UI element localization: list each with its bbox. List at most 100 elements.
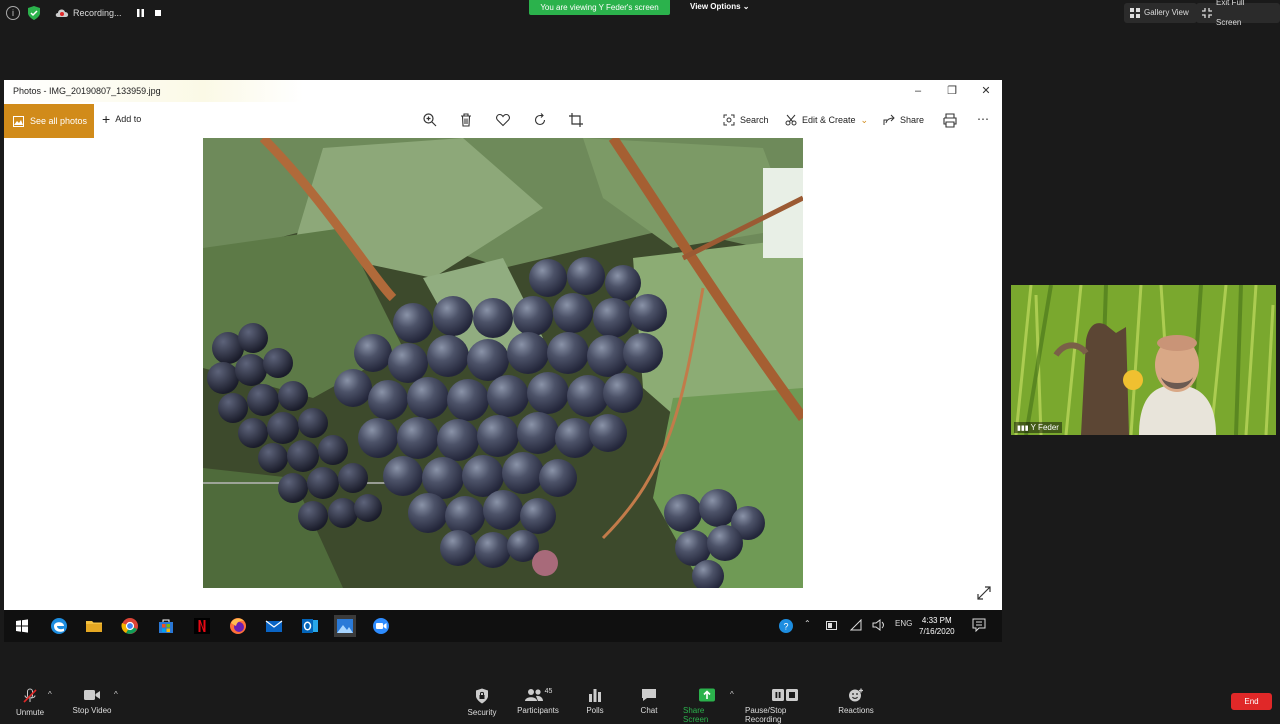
security-label: Security <box>467 708 497 717</box>
reactions-smiley-icon <box>849 688 863 702</box>
zoom-top-bar: i Recording... You are viewing Y Feder's… <box>0 0 1280 27</box>
rotate-icon[interactable] <box>532 112 548 128</box>
chat-button[interactable]: Chat <box>637 688 661 715</box>
show-hidden-icons-icon[interactable]: ⌃ <box>804 619 811 628</box>
see-all-photos-button[interactable]: See all photos <box>4 104 94 138</box>
polls-button[interactable]: Polls <box>583 688 607 715</box>
edit-create-button[interactable]: Edit & Create ⌄ <box>785 114 868 126</box>
battery-icon[interactable] <box>826 621 838 630</box>
share-options-caret-icon[interactable]: ^ <box>730 690 734 699</box>
add-to-button[interactable]: + Add to <box>102 111 141 127</box>
delete-icon[interactable] <box>458 112 474 128</box>
encryption-shield-icon[interactable] <box>28 6 40 20</box>
chat-bubble-icon <box>642 689 656 701</box>
crop-icon[interactable] <box>568 112 584 128</box>
audio-options-caret-icon[interactable]: ^ <box>48 690 52 699</box>
help-icon[interactable]: ? <box>778 618 794 634</box>
stop-recording-icon[interactable] <box>155 10 161 16</box>
video-camera-icon <box>84 690 100 700</box>
polls-bar-icon <box>589 689 601 702</box>
photo-gallery-icon <box>13 115 24 127</box>
title-bar[interactable]: Photos - IMG_20190807_133959.jpg – ❐ ✕ <box>4 80 1002 102</box>
pause-recording-icon[interactable] <box>137 9 144 17</box>
participant-video <box>1011 285 1276 435</box>
end-meeting-button[interactable]: End <box>1231 693 1272 710</box>
participants-icon-group: 45 <box>524 688 553 702</box>
stop-video-label: Stop Video <box>72 706 112 715</box>
minimize-button[interactable]: – <box>901 80 935 102</box>
full-screen-expand-icon[interactable] <box>976 585 992 601</box>
photos-icon[interactable] <box>334 615 356 637</box>
mail-icon[interactable] <box>263 615 285 637</box>
viewing-screen-banner: You are viewing Y Feder's screen <box>529 0 670 15</box>
edit-create-label: Edit & Create <box>802 115 856 125</box>
restore-button[interactable]: ❐ <box>935 80 969 102</box>
volume-icon[interactable] <box>872 619 886 631</box>
participant-name: Y Feder <box>1030 423 1059 432</box>
polls-label: Polls <box>586 706 604 715</box>
participants-button[interactable]: 45 Participants <box>516 688 560 715</box>
chrome-icon[interactable] <box>119 615 141 637</box>
participants-icon <box>524 689 543 701</box>
notifications-icon[interactable] <box>972 618 986 632</box>
participant-video-tile[interactable]: ▮▮▮ Y Feder <box>1011 285 1276 435</box>
taskbar-clock[interactable]: 4:33 PM 7/16/2020 <box>919 615 955 637</box>
zoom-in-icon[interactable] <box>422 112 438 128</box>
security-shield-icon <box>476 688 488 704</box>
unmute-button[interactable]: Unmute <box>16 688 44 717</box>
favorite-heart-icon[interactable] <box>495 112 511 128</box>
video-options-caret-icon[interactable]: ^ <box>114 690 118 699</box>
clock-date: 7/16/2020 <box>919 627 955 636</box>
participant-name-label: ▮▮▮ Y Feder <box>1014 422 1062 433</box>
plus-icon: + <box>102 111 111 127</box>
zoom-icon[interactable] <box>370 615 392 637</box>
reactions-button[interactable]: Reactions <box>838 688 874 715</box>
search-button[interactable]: Search <box>723 114 769 126</box>
print-icon[interactable] <box>942 112 958 128</box>
file-explorer-icon[interactable] <box>83 615 105 637</box>
edge-icon[interactable] <box>48 615 70 637</box>
store-icon[interactable] <box>155 615 177 637</box>
meeting-info-icon[interactable]: i <box>6 6 20 20</box>
window-title: Photos - IMG_20190807_133959.jpg <box>13 86 161 96</box>
recording-label: Recording... <box>73 8 122 18</box>
pause-stop-recording-label: Pause/Stop Recording <box>745 706 787 724</box>
share-button[interactable]: Share <box>883 114 924 126</box>
input-language[interactable]: ENG <box>895 619 912 628</box>
network-icon[interactable] <box>850 619 862 631</box>
view-options-label: View Options <box>690 2 741 11</box>
exit-fullscreen-icon <box>1202 8 1212 18</box>
participants-label: Participants <box>517 706 559 715</box>
search-label: Search <box>740 115 769 125</box>
share-screen-button[interactable]: Share Screen <box>683 688 731 724</box>
windows-taskbar: ? ⌃ ENG 4:33 PM 7/16/2020 <box>4 610 1002 642</box>
netflix-icon[interactable] <box>191 615 213 637</box>
exit-full-screen-button[interactable]: Exit Full Screen <box>1196 0 1280 27</box>
security-button[interactable]: Security <box>466 688 498 717</box>
pause-stop-recording-button[interactable]: Pause/Stop Recording <box>745 688 825 724</box>
close-button[interactable]: ✕ <box>969 80 1003 102</box>
photos-toolbar: See all photos + Add to Search Edit & Cr… <box>4 102 1002 138</box>
share-screen-label: Share Screen <box>683 706 709 724</box>
share-screen-arrow-icon <box>699 688 715 702</box>
chevron-down-icon: ⌄ <box>860 114 869 125</box>
zoom-bottom-toolbar: Unmute ^ Stop Video ^ Security 45 Partic… <box>0 678 1280 724</box>
participants-count: 45 <box>544 688 553 695</box>
visual-search-icon <box>723 114 735 126</box>
reactions-label: Reactions <box>838 706 874 715</box>
gallery-view-button[interactable]: Gallery View <box>1124 3 1197 23</box>
signal-strength-icon: ▮▮▮ <box>1017 425 1029 432</box>
gallery-view-label: Gallery View <box>1144 8 1189 17</box>
stop-video-button[interactable]: Stop Video <box>70 688 114 715</box>
photos-app-window: Photos - IMG_20190807_133959.jpg – ❐ ✕ S… <box>4 80 1002 610</box>
outlook-icon[interactable] <box>299 615 321 637</box>
view-options-button[interactable]: View Options ⌄ <box>690 2 749 11</box>
muted-microphone-icon <box>23 688 37 703</box>
chevron-down-icon: ⌄ <box>742 2 750 11</box>
more-options-icon[interactable]: ⋯ <box>977 112 989 126</box>
start-icon[interactable] <box>11 615 33 637</box>
svg-text:?: ? <box>783 622 788 632</box>
pause-stop-recording-icon <box>772 689 798 701</box>
gallery-grid-icon <box>1130 8 1140 18</box>
firefox-icon[interactable] <box>227 615 249 637</box>
